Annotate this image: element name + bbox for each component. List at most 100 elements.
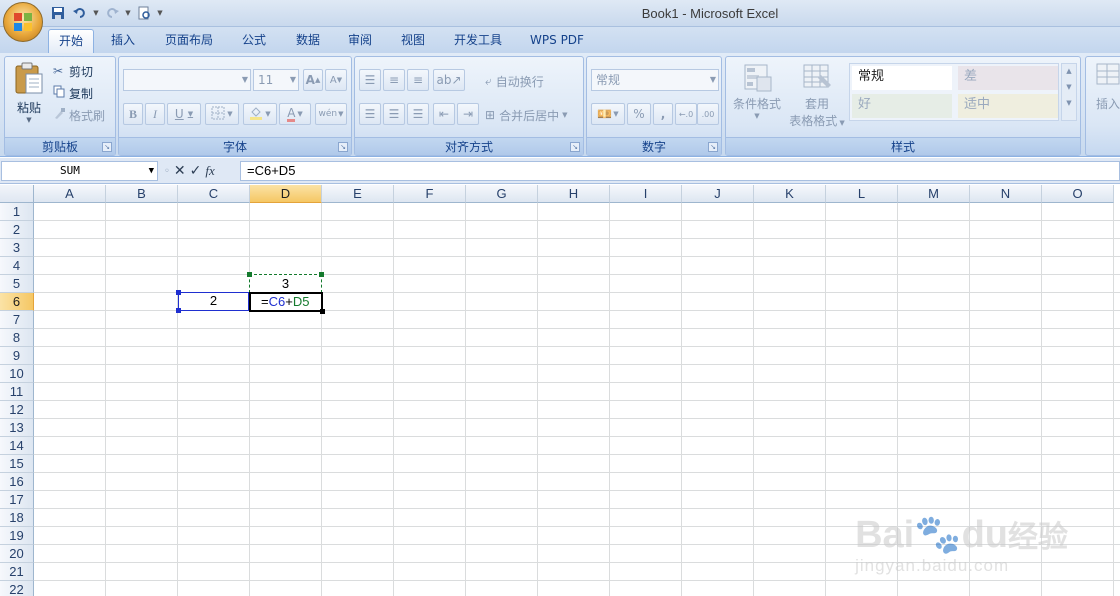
fill-handle[interactable] — [320, 309, 325, 314]
align-left-button[interactable]: ☰ — [359, 103, 381, 125]
font-color-button[interactable]: A ▼ — [279, 103, 311, 125]
column-header-h[interactable]: H — [538, 185, 610, 203]
column-header-o[interactable]: O — [1042, 185, 1114, 203]
scroll-up-icon[interactable]: ▲ — [1062, 67, 1076, 75]
tab-page-layout[interactable]: 页面布局 — [158, 29, 220, 53]
format-as-table-button[interactable]: 套用 表格格式 ▼ — [786, 61, 848, 133]
tab-wps-pdf[interactable]: WPS PDF — [522, 29, 592, 53]
column-header-e[interactable]: E — [322, 185, 394, 203]
row-header-10[interactable]: 10 — [0, 365, 34, 383]
align-right-button[interactable]: ☰ — [407, 103, 429, 125]
font-size-combo[interactable]: 11 ▼ — [253, 69, 299, 91]
column-header-j[interactable]: J — [682, 185, 754, 203]
align-center-button[interactable]: ☰ — [383, 103, 405, 125]
align-top-button[interactable]: ☰ — [359, 69, 381, 91]
row-header-16[interactable]: 16 — [0, 473, 34, 491]
styles-gallery-scroll[interactable]: ▲ ▼ ▼ — [1061, 63, 1077, 121]
orientation-button[interactable]: ab↗ — [433, 69, 465, 91]
phonetic-button[interactable]: wén ▼ — [315, 103, 347, 125]
copy-button[interactable]: 复制 — [53, 84, 93, 102]
number-format-combo[interactable]: 常规 ▼ — [591, 69, 719, 91]
row-header-17[interactable]: 17 — [0, 491, 34, 509]
borders-button[interactable]: ▼ — [205, 103, 239, 125]
column-header-a[interactable]: A — [34, 185, 106, 203]
d5-handle-tl[interactable] — [247, 272, 252, 277]
row-header-3[interactable]: 3 — [0, 239, 34, 257]
align-middle-button[interactable]: ≡ — [383, 69, 405, 91]
merge-center-button[interactable]: ⊞ 合并后居中 ▼ — [485, 106, 567, 124]
increase-decimal-button[interactable]: ←.0 — [675, 103, 697, 125]
italic-button[interactable]: I — [145, 103, 165, 125]
decrease-indent-button[interactable]: ⇤ — [433, 103, 455, 125]
column-header-m[interactable]: M — [898, 185, 970, 203]
column-header-c[interactable]: C — [178, 185, 250, 203]
grow-font-button[interactable]: A ▲ — [303, 69, 323, 91]
tab-view[interactable]: 视图 — [391, 29, 435, 53]
column-header-i[interactable]: I — [610, 185, 682, 203]
font-name-combo[interactable]: ▼ — [123, 69, 251, 91]
bold-button[interactable]: B — [123, 103, 143, 125]
style-normal[interactable]: 常规 — [852, 66, 952, 90]
comma-button[interactable]: , — [653, 103, 673, 125]
style-neutral[interactable]: 适中 — [958, 94, 1058, 118]
column-header-f[interactable]: F — [394, 185, 466, 203]
row-header-11[interactable]: 11 — [0, 383, 34, 401]
insert-function-icon[interactable]: fx — [205, 163, 214, 179]
font-launcher-icon[interactable]: ↘ — [338, 142, 348, 152]
column-header-k[interactable]: K — [754, 185, 826, 203]
align-bottom-button[interactable]: ≡ — [407, 69, 429, 91]
row-header-9[interactable]: 9 — [0, 347, 34, 365]
cell-d5[interactable]: 3 — [249, 274, 322, 293]
c6-handle-tl[interactable] — [176, 290, 181, 295]
column-header-n[interactable]: N — [970, 185, 1042, 203]
select-all-corner[interactable] — [0, 185, 34, 203]
row-header-19[interactable]: 19 — [0, 527, 34, 545]
cancel-icon[interactable]: ✕ — [174, 163, 186, 179]
chevron-down-icon[interactable]: ▼ — [149, 162, 154, 180]
c6-handle-bl[interactable] — [176, 308, 181, 313]
increase-indent-button[interactable]: ⇥ — [457, 103, 479, 125]
row-header-22[interactable]: 22 — [0, 581, 34, 596]
column-header-l[interactable]: L — [826, 185, 898, 203]
cut-button[interactable]: ✂ 剪切 — [53, 62, 93, 80]
office-button[interactable] — [3, 2, 43, 42]
row-header-2[interactable]: 2 — [0, 221, 34, 239]
style-good[interactable]: 好 — [852, 94, 952, 118]
row-header-1[interactable]: 1 — [0, 203, 34, 221]
row-header-14[interactable]: 14 — [0, 437, 34, 455]
paste-button[interactable]: 粘贴 ▼ — [11, 61, 47, 135]
conditional-format-button[interactable]: 条件格式 ▼ — [730, 61, 784, 133]
row-header-15[interactable]: 15 — [0, 455, 34, 473]
style-bad[interactable]: 差 — [958, 66, 1058, 90]
format-painter-button[interactable]: 格式刷 — [53, 106, 105, 124]
cell-d6-editing[interactable]: =C6+D5 — [249, 292, 323, 312]
row-header-4[interactable]: 4 — [0, 257, 34, 275]
tab-data[interactable]: 数据 — [286, 29, 330, 53]
tab-home[interactable]: 开始 — [48, 29, 94, 53]
row-header-12[interactable]: 12 — [0, 401, 34, 419]
gallery-more-icon[interactable]: ▼ — [1062, 99, 1076, 107]
row-header-8[interactable]: 8 — [0, 329, 34, 347]
column-header-g[interactable]: G — [466, 185, 538, 203]
tab-developer[interactable]: 开发工具 — [446, 29, 510, 53]
tab-review[interactable]: 审阅 — [338, 29, 382, 53]
enter-check-icon[interactable]: ✓ — [190, 163, 202, 179]
row-header-5[interactable]: 5 — [0, 275, 34, 293]
d5-handle-tr[interactable] — [319, 272, 324, 277]
clipboard-launcher-icon[interactable]: ↘ — [102, 142, 112, 152]
underline-button[interactable]: U ▼ — [167, 103, 201, 125]
row-header-21[interactable]: 21 — [0, 563, 34, 581]
decrease-decimal-button[interactable]: .00 — [697, 103, 719, 125]
column-header-b[interactable]: B — [106, 185, 178, 203]
number-launcher-icon[interactable]: ↘ — [708, 142, 718, 152]
insert-cells-button[interactable]: 插入 — [1088, 61, 1120, 133]
alignment-launcher-icon[interactable]: ↘ — [570, 142, 580, 152]
row-header-6[interactable]: 6 — [0, 293, 34, 311]
row-header-18[interactable]: 18 — [0, 509, 34, 527]
cell-c6[interactable]: 2 — [178, 292, 249, 311]
fill-color-button[interactable]: ▼ — [243, 103, 277, 125]
formula-input[interactable]: =C6+D5 — [240, 161, 1120, 181]
accounting-format-button[interactable]: 💴 ▼ — [591, 103, 625, 125]
wrap-text-button[interactable]: ⤶ 自动换行 — [485, 72, 544, 90]
name-box[interactable]: SUM ▼ — [1, 161, 158, 181]
